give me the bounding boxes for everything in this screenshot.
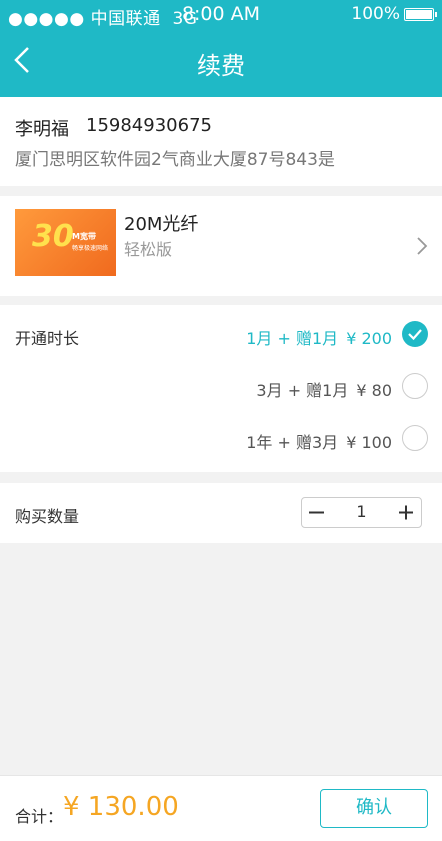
address-card[interactable]: 李明福 15984930675 厦门思明区软件园2气商业大厦87号843是 [0,97,442,186]
battery-percent: 100% [351,4,400,24]
option-price: ¥ 80 [356,381,392,400]
contact-phone: 15984930675 [86,115,212,136]
option-term: 1年 + 赠3月 [246,433,339,452]
minus-icon [309,511,324,514]
nav-bar: 续费 [0,30,442,97]
total-label: 合计： [15,807,64,826]
check-circle-icon [402,321,428,347]
quantity-label: 购买数量 [15,507,80,526]
header: ●●●●● 中国联通 3G 8:00 AM 100% 续费 [0,0,442,97]
option-price: ¥ 200 [346,329,392,348]
duration-option-text: 1年 + 赠3月 ¥ 100 [246,429,392,453]
product-name: 20M光纤 [124,214,199,235]
duration-option-text: 1月 + 赠1月 ¥ 200 [246,325,392,349]
battery-icon [404,7,437,21]
duration-label: 开通时长 [15,329,80,348]
page-title: 续费 [197,52,245,80]
address-detail: 厦门思明区软件园2气商业大厦87号843是 [15,150,335,170]
confirm-button[interactable]: 确认 [320,789,428,828]
thumb-text: M宽带 [72,232,96,241]
status-bar: ●●●●● 中国联通 3G 8:00 AM 100% [0,0,442,30]
battery-status: 100% [351,4,437,24]
quantity-stepper[interactable]: 1 [301,497,422,528]
product-card[interactable]: 30 M宽带 畅享极速网络 20M光纤 轻松版 [0,196,442,296]
duration-option-2[interactable]: 3月 + 赠1月 ¥ 80 [182,369,442,409]
thumb-number: 30 [32,219,74,254]
decrement-button[interactable] [302,498,332,527]
duration-section: 开通时长 1月 + 赠1月 ¥ 200 3月 + 赠1月 ¥ 80 1年 + 赠3月… [0,305,442,472]
product-subtitle: 轻松版 [124,240,173,259]
quantity-value[interactable]: 1 [332,502,391,521]
increment-button[interactable] [391,498,421,527]
radio-circle-icon [402,373,428,399]
total-amount: ¥ 130.00 [63,792,179,822]
chevron-right-icon [417,237,428,255]
duration-option-1[interactable]: 1月 + 赠1月 ¥ 200 [182,317,442,357]
plus-icon [399,505,413,520]
option-price: ¥ 100 [346,433,392,452]
product-thumbnail: 30 M宽带 畅享极速网络 [15,209,116,276]
quantity-section: 购买数量 1 [0,483,442,543]
contact-name: 李明福 [15,119,69,140]
option-term: 1月 + 赠1月 [246,329,339,348]
thumb-subtext: 畅享极速网络 [72,245,109,252]
duration-option-3[interactable]: 1年 + 赠3月 ¥ 100 [182,421,442,461]
radio-circle-icon [402,425,428,451]
option-term: 3月 + 赠1月 [256,381,349,400]
duration-option-text: 3月 + 赠1月 ¥ 80 [256,377,392,401]
checkout-bar: 合计： ¥ 130.00 确认 [0,775,442,841]
